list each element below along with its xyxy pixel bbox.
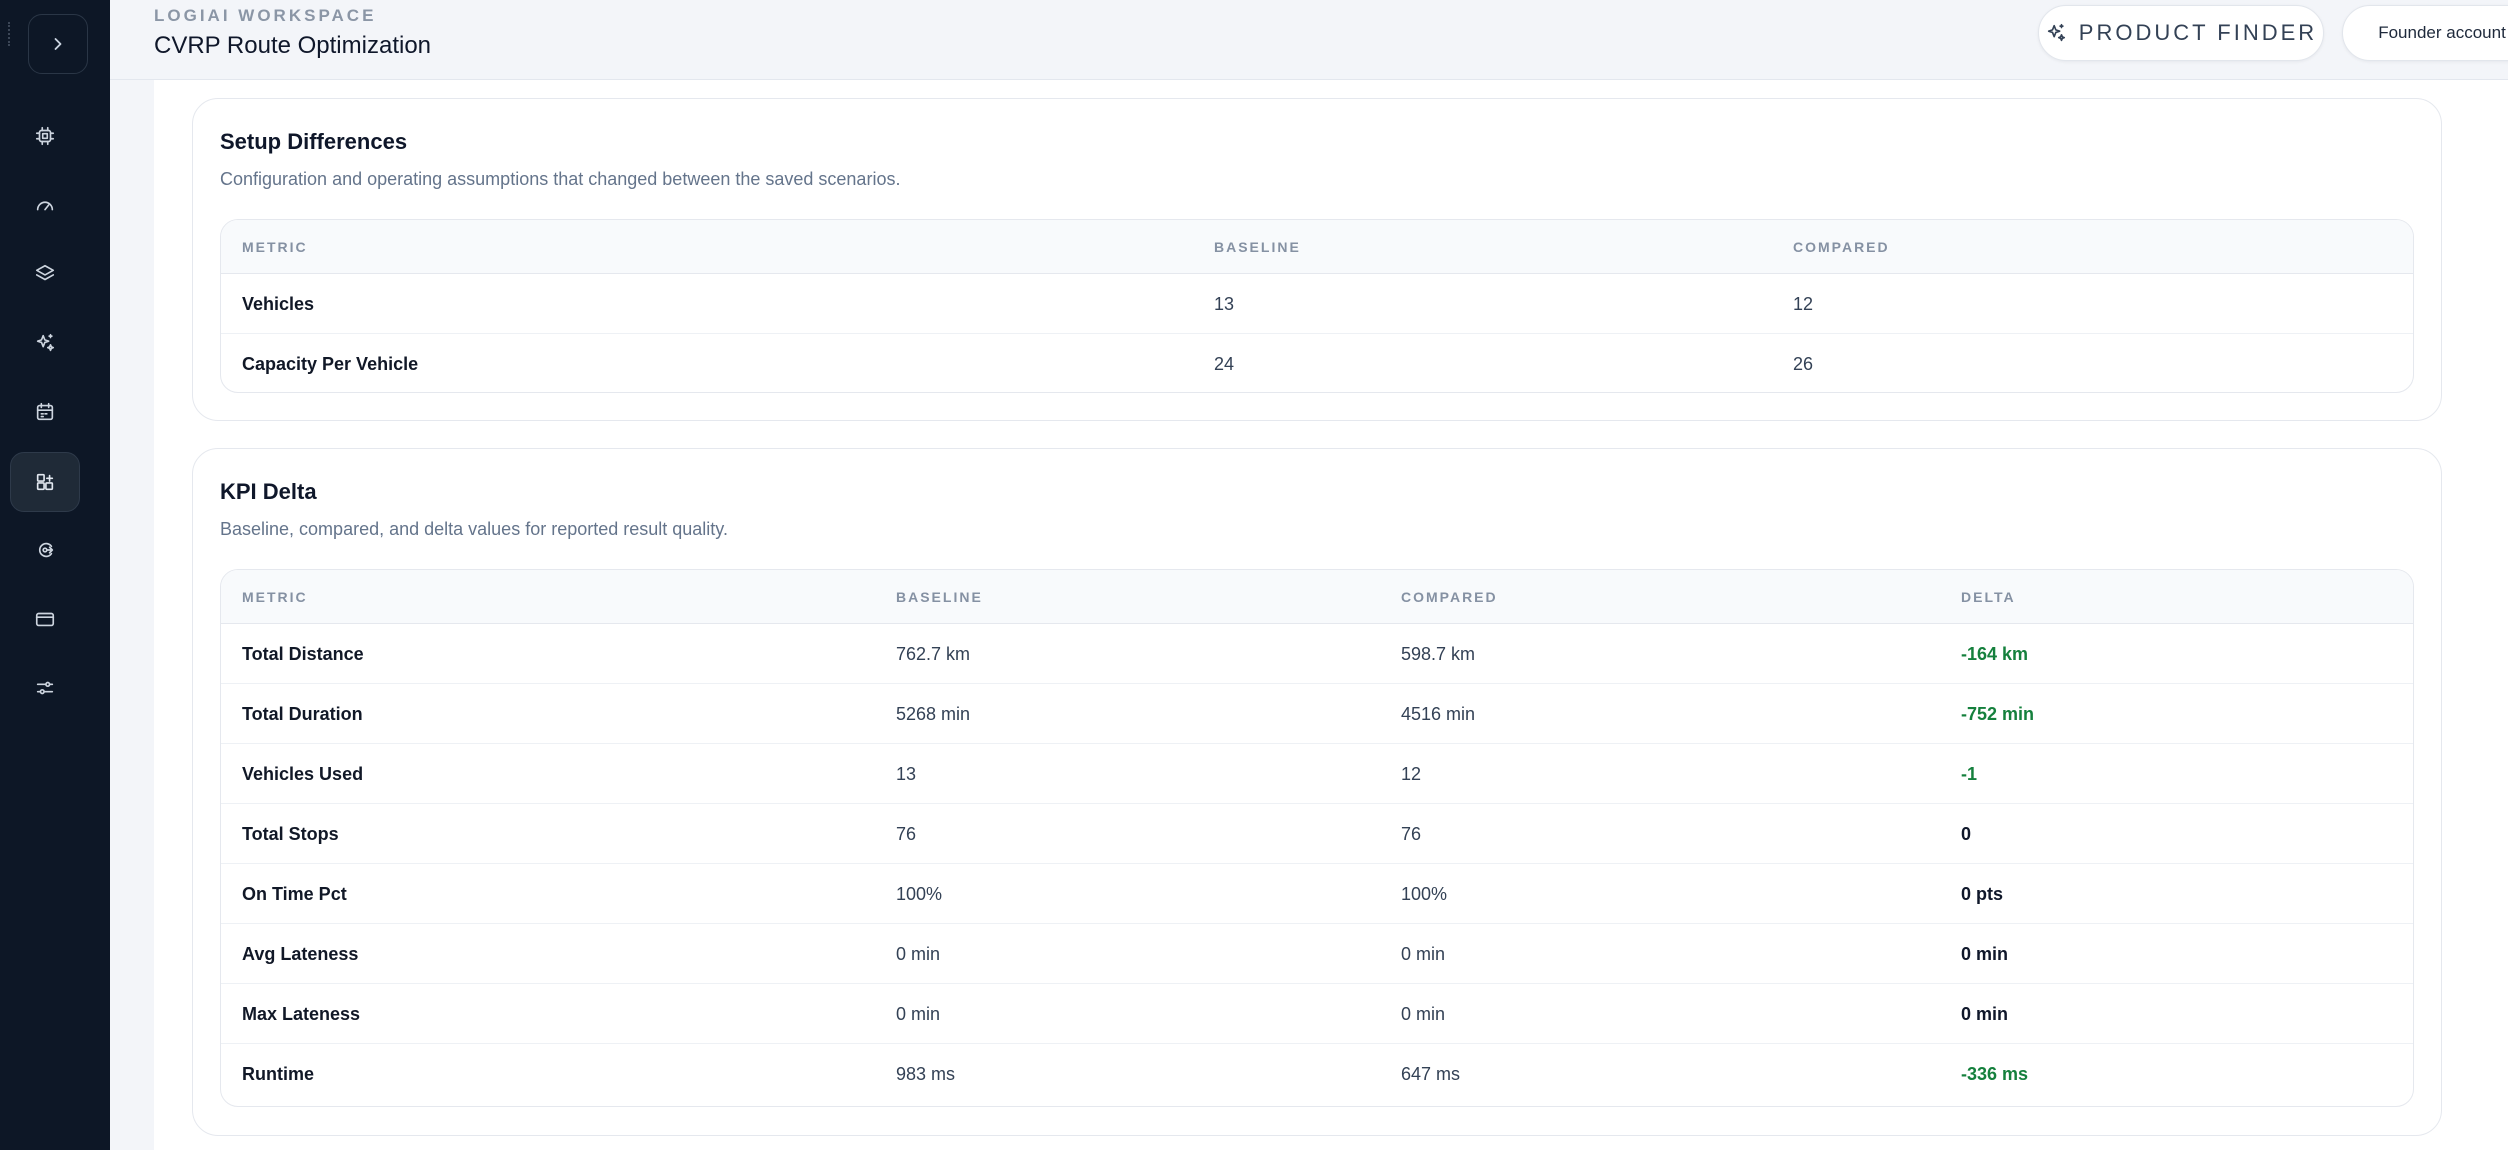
column-header: BASELINE	[896, 589, 983, 605]
workspace-eyebrow: LOGIAI WORKSPACE	[154, 6, 377, 25]
compared-cell: 598.7 km	[1401, 644, 1476, 664]
compared-cell: 12	[1401, 764, 1422, 784]
chevron-right-icon	[54, 38, 62, 50]
product-finder-button[interactable]: PRODUCT FINDER	[2038, 5, 2324, 61]
sidebar-edge-handle[interactable]	[8, 22, 11, 46]
compared-cell: 0 min	[1401, 1004, 1446, 1024]
delta-cell: 0 min	[1961, 944, 2009, 964]
delta-cell: -752 min	[1961, 704, 2035, 724]
sidebar-item-dashboard[interactable]	[10, 175, 80, 235]
table-row: Capacity Per Vehicle 24 26	[221, 334, 2413, 392]
baseline-cell: 24	[1214, 354, 1235, 374]
sparkle-icon	[36, 333, 55, 352]
card-subtitle: Configuration and operating assumptions …	[220, 169, 901, 189]
table-row: On Time Pct 100% 100% 0 pts	[221, 864, 2413, 924]
compared-cell: 647 ms	[1401, 1064, 1461, 1084]
metric-cell: Runtime	[242, 1064, 314, 1084]
metric-cell: Avg Lateness	[242, 944, 359, 964]
metric-cell: Max Lateness	[242, 1004, 361, 1024]
baseline-cell: 13	[1214, 294, 1235, 314]
table-header: METRIC BASELINE COMPARED	[221, 220, 2413, 274]
card-title: Setup Differences	[220, 129, 408, 154]
table-row: Avg Lateness 0 min 0 min 0 min	[221, 924, 2413, 984]
card-icon	[35, 612, 55, 627]
setup-differences-card: Setup Differences Configuration and oper…	[192, 98, 2442, 421]
kpi-table: METRIC BASELINE COMPARED DELTA Total Dis…	[220, 569, 2414, 1107]
column-header: METRIC	[242, 589, 308, 605]
table-row: Max Lateness 0 min 0 min 0 min	[221, 984, 2413, 1044]
table-row: Vehicles 13 12	[221, 274, 2413, 334]
card-subtitle: Baseline, compared, and delta values for…	[220, 519, 728, 539]
sidebar	[0, 0, 110, 1150]
column-header: BASELINE	[1214, 239, 1301, 255]
column-header: COMPARED	[1793, 239, 1890, 255]
kpi-table-body: Total Distance 762.7 km 598.7 km -164 km Tot…	[221, 624, 2413, 1104]
column-header: DELTA	[1961, 589, 2016, 605]
sliders-icon	[36, 681, 54, 695]
layers-icon	[35, 264, 55, 281]
baseline-cell: 13	[896, 764, 917, 784]
baseline-cell: 100%	[896, 884, 943, 904]
compare-icon	[36, 473, 54, 491]
sidebar-item-billing[interactable]	[10, 589, 80, 649]
baseline-cell: 5268 min	[896, 704, 971, 724]
sidebar-item-cpu[interactable]	[10, 106, 80, 166]
sparkle-icon	[2047, 23, 2065, 42]
card-title: KPI Delta	[220, 479, 317, 504]
code-branch-icon	[38, 542, 54, 558]
account-button[interactable]: Founder account	[2342, 5, 2508, 61]
baseline-cell: 0 min	[896, 944, 941, 964]
compared-cell: 0 min	[1401, 944, 1446, 964]
compared-cell: 12	[1793, 294, 1814, 314]
top-header: LOGIAI WORKSPACE CVRP Route Optimization…	[110, 0, 2508, 80]
sidebar-item-compare[interactable]	[10, 452, 80, 512]
product-finder-label: PRODUCT FINDER	[2078, 20, 2318, 45]
calendar-icon	[36, 402, 54, 421]
table-row: Vehicles Used 13 12 -1	[221, 744, 2413, 804]
column-header: COMPARED	[1401, 589, 1498, 605]
compared-cell: 4516 min	[1401, 704, 1476, 724]
baseline-cell: 76	[896, 824, 917, 844]
delta-cell: 0	[1961, 824, 1972, 844]
compared-cell: 100%	[1401, 884, 1448, 904]
delta-cell: 0 pts	[1961, 884, 2004, 904]
compared-cell: 76	[1401, 824, 1422, 844]
sidebar-toggle-button[interactable]	[28, 14, 88, 74]
delta-cell: -164 km	[1961, 644, 2029, 664]
metric-cell: Capacity Per Vehicle	[242, 354, 419, 374]
column-header: METRIC	[242, 239, 308, 255]
kpi-delta-card: KPI Delta Baseline, compared, and delta …	[192, 448, 2442, 1136]
metric-cell: Total Stops	[242, 824, 339, 844]
delta-cell: -1	[1961, 764, 1978, 784]
sidebar-item-settings[interactable]	[10, 658, 80, 718]
delta-cell: 0 min	[1961, 1004, 2009, 1024]
sidebar-item-ai[interactable]	[10, 313, 80, 373]
metric-cell: Total Duration	[242, 704, 363, 724]
table-row: Total Duration 5268 min 4516 min -752 min	[221, 684, 2413, 744]
gauge-icon	[36, 201, 54, 211]
baseline-cell: 0 min	[896, 1004, 941, 1024]
sidebar-item-layers[interactable]	[10, 244, 80, 304]
cpu-icon	[35, 126, 55, 146]
table-row: Total Stops 76 76 0	[221, 804, 2413, 864]
metric-cell: Total Distance	[242, 644, 364, 664]
table-header: METRIC BASELINE COMPARED DELTA	[221, 570, 2413, 624]
baseline-cell: 983 ms	[896, 1064, 956, 1084]
baseline-cell: 762.7 km	[896, 644, 971, 664]
delta-cell: -336 ms	[1961, 1064, 2029, 1084]
sidebar-item-calendar[interactable]	[10, 382, 80, 442]
metric-cell: Vehicles Used	[242, 764, 364, 784]
table-row: Total Distance 762.7 km 598.7 km -164 km	[221, 624, 2413, 684]
page-title: CVRP Route Optimization	[154, 32, 432, 59]
setup-table: METRIC BASELINE COMPARED Vehicles 13 12 …	[220, 219, 2414, 393]
sidebar-item-routes[interactable]	[10, 520, 80, 580]
metric-cell: On Time Pct	[242, 884, 347, 904]
compared-cell: 26	[1793, 354, 1814, 374]
metric-cell: Vehicles	[242, 294, 315, 314]
table-row: Runtime 983 ms 647 ms -336 ms	[221, 1044, 2413, 1104]
